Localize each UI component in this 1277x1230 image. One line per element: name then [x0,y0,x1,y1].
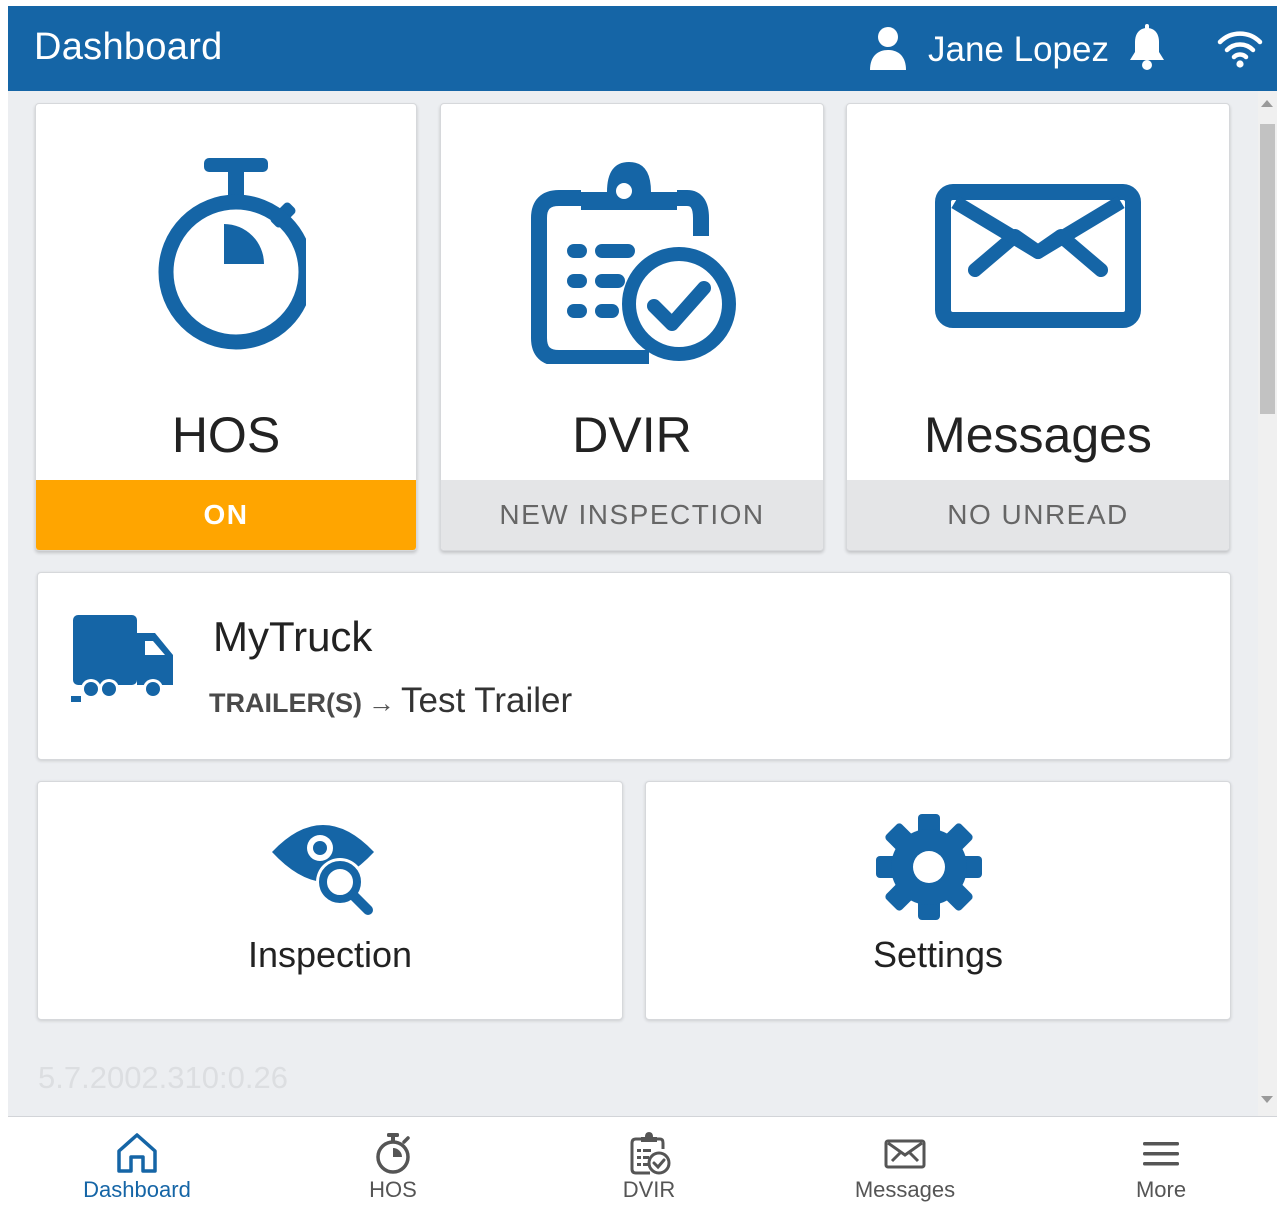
scroll-up-arrow[interactable] [1261,100,1273,107]
nav-item-more[interactable]: More [1034,1117,1277,1230]
nav-label: HOS [369,1177,417,1202]
eye-search-icon [272,825,374,915]
nav-item-hos[interactable]: HOS [266,1117,520,1230]
scroll-down-arrow[interactable] [1261,1096,1273,1103]
inspection-card[interactable]: Inspection [37,781,623,1020]
user-icon[interactable] [868,26,908,70]
trailer-key: TRAILER(S) [209,688,362,718]
wifi-icon [1217,31,1263,68]
envelope-icon [884,1139,926,1169]
nav-label: DVIR [622,1177,676,1202]
inspection-label: Inspection [247,934,413,975]
page-title: Dashboard [34,26,223,68]
app-version: 5.7.2002.310:0.26 [38,1060,288,1095]
trailer-arrow: → [367,688,395,718]
tile-label: Messages [924,407,1152,463]
envelope-icon [935,184,1141,328]
app-header: Dashboard Jane Lopez [8,6,1277,91]
tile-label: DVIR [572,407,692,463]
messages-tile[interactable]: Messages NO UNREAD [846,103,1230,551]
scrollbar-thumb[interactable] [1260,124,1275,414]
nav-item-dvir[interactable]: DVIR [522,1117,776,1230]
gear-icon [876,814,982,920]
trailer-line: TRAILER(S) → Test Trailer [209,681,572,721]
nav-item-dashboard[interactable]: Dashboard [10,1117,264,1230]
truck-icon [71,615,173,702]
clipboard-check-icon [531,162,736,364]
stopwatch-icon [158,158,306,350]
user-name[interactable]: Jane Lopez [928,30,1109,70]
tile-label: HOS [171,407,281,463]
messages-status-badge: NO UNREAD [847,480,1229,550]
vehicle-name: MyTruck [213,613,373,660]
app-window: Dashboard Jane Lopez HOS ON DVIR NEW INS… [8,6,1277,1230]
bottom-navigation: Dashboard HOS DVIR Messages More [8,1116,1277,1230]
hos-status-badge: ON [36,480,416,550]
vehicle-card[interactable]: MyTruck TRAILER(S) → Test Trailer [37,572,1231,760]
nav-label: More [1135,1177,1187,1202]
nav-item-messages[interactable]: Messages [778,1117,1032,1230]
home-icon [117,1133,157,1173]
hamburger-menu-icon [1143,1142,1179,1166]
settings-label: Settings [872,934,1004,975]
bell-icon[interactable] [1126,24,1168,72]
settings-card[interactable]: Settings [645,781,1231,1020]
clipboard-check-icon [630,1132,671,1175]
trailer-value: Test Trailer [400,681,573,720]
nav-label: Messages [854,1177,956,1202]
hos-tile[interactable]: HOS ON [35,103,417,551]
dvir-status-badge: NEW INSPECTION [441,480,823,550]
nav-label: Dashboard [83,1177,191,1202]
dvir-tile[interactable]: DVIR NEW INSPECTION [440,103,824,551]
stopwatch-icon [376,1133,410,1174]
